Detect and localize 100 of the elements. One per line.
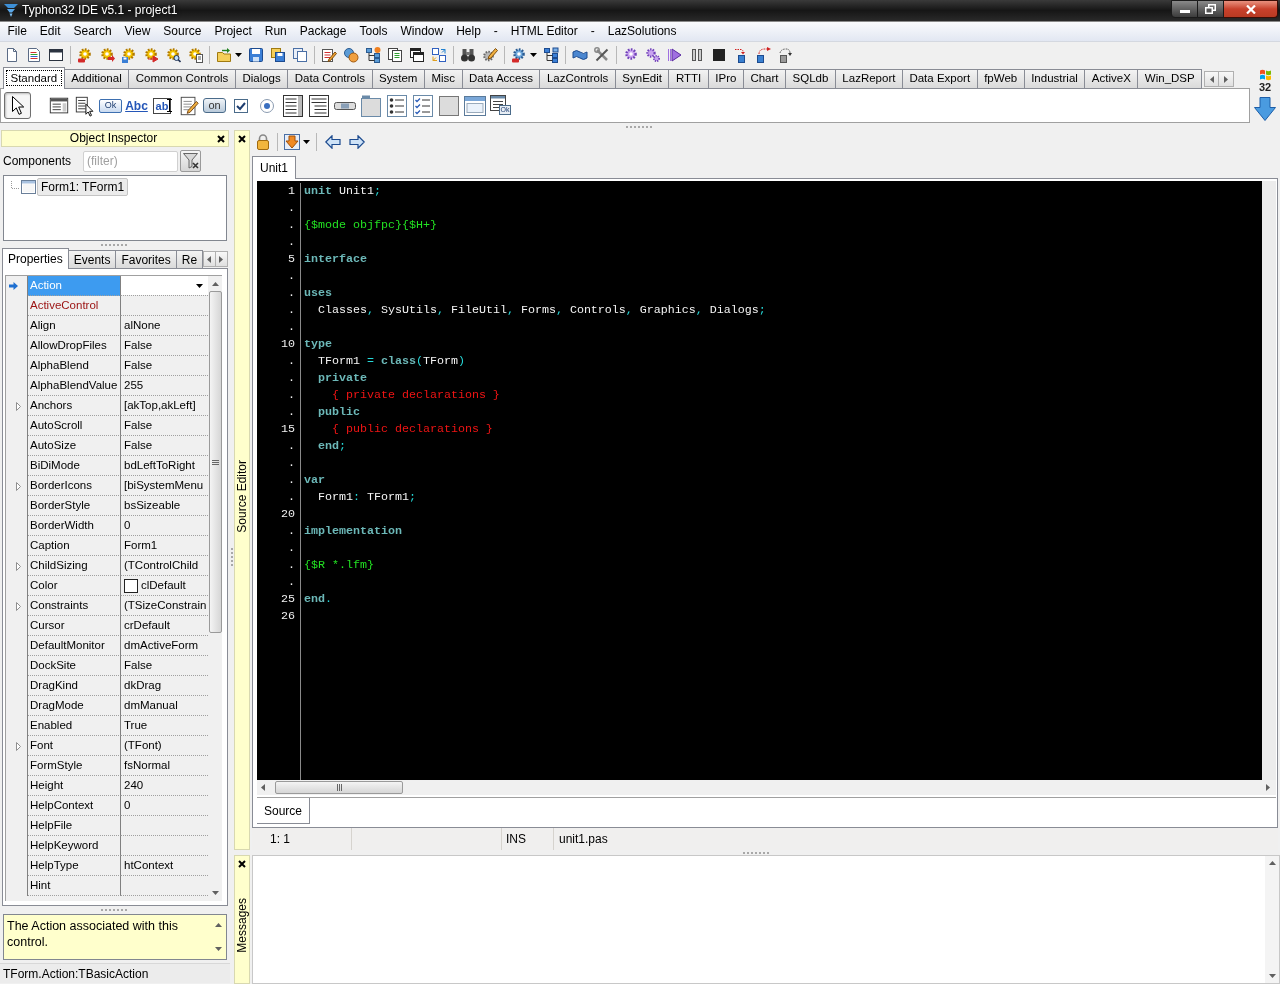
hierarchy-icon[interactable] — [365, 46, 381, 63]
expand-icon[interactable] — [16, 601, 21, 611]
property-name[interactable]: AllowDropFiles — [28, 336, 121, 356]
gear-search-icon[interactable] — [165, 46, 181, 63]
palette-button[interactable] — [384, 92, 409, 119]
property-name[interactable]: BorderIcons — [28, 476, 121, 496]
tab-scroll-button[interactable] — [203, 251, 216, 267]
expand-icon[interactable] — [16, 561, 21, 571]
view-tab[interactable]: Source — [257, 798, 311, 824]
palette-tab[interactable]: IPro — [708, 69, 744, 89]
property-name[interactable]: Font — [28, 736, 121, 756]
padlock-icon[interactable] — [255, 133, 271, 150]
property-value[interactable]: False — [121, 436, 153, 455]
property-value[interactable]: dmActiveForm — [121, 636, 199, 655]
notepad-pencil-icon[interactable] — [321, 46, 337, 63]
palette-tab[interactable]: SynEdit — [615, 69, 670, 89]
property-name[interactable]: AutoSize — [28, 436, 121, 456]
property-value[interactable]: (TControlChild — [121, 556, 199, 575]
property-name[interactable]: BorderStyle — [28, 496, 121, 516]
swap-icon[interactable] — [431, 46, 447, 63]
left-arrow-icon[interactable] — [325, 134, 341, 149]
caret-icon[interactable] — [196, 283, 203, 288]
property-value[interactable]: False — [121, 416, 153, 435]
horizontal-scrollbar[interactable] — [257, 780, 1276, 795]
vertical-scrollbar[interactable] — [1262, 181, 1276, 780]
property-name[interactable]: DockSite — [28, 656, 121, 676]
gear-icon[interactable] — [121, 46, 137, 63]
close-icon[interactable] — [238, 135, 246, 143]
property-value[interactable]: alNone — [121, 316, 161, 335]
up-arrow-icon[interactable] — [214, 923, 222, 927]
scrollbar-thumb[interactable] — [208, 291, 222, 633]
property-name[interactable]: Anchors — [28, 396, 121, 416]
palette-tab[interactable]: Data Controls — [288, 69, 373, 89]
right-arrow-icon[interactable] — [349, 134, 365, 149]
inspector-tab[interactable]: Re — [176, 250, 204, 269]
tab-scroll-button[interactable] — [1204, 71, 1220, 87]
gear-icon[interactable] — [623, 46, 639, 63]
menu-item[interactable]: Edit — [33, 22, 68, 41]
menu-item[interactable]: Help — [449, 22, 488, 41]
palette-button[interactable] — [280, 92, 305, 119]
inspector-tab[interactable]: Favorites — [116, 250, 177, 269]
caret-icon[interactable] — [235, 52, 242, 57]
palette-tab[interactable]: Industrial — [1024, 69, 1086, 89]
left-arrow-icon[interactable] — [1209, 75, 1214, 83]
gear-icon[interactable] — [511, 46, 527, 63]
gear-icon[interactable] — [143, 46, 159, 63]
property-name[interactable]: HelpType — [28, 856, 121, 876]
right-arrow-icon[interactable] — [1266, 784, 1270, 791]
palette-tab[interactable]: Dialogs — [235, 69, 289, 89]
menu-item[interactable]: Tools — [352, 22, 394, 41]
vertical-scrollbar[interactable] — [208, 275, 222, 901]
property-value[interactable]: 255 — [121, 376, 144, 395]
menu-item[interactable]: - — [584, 22, 602, 41]
menu-item[interactable]: HTML Editor — [504, 22, 585, 41]
menu-item[interactable]: Project — [207, 22, 259, 41]
up-arrow-icon[interactable] — [1268, 861, 1276, 865]
gear-pencil-icon[interactable] — [482, 46, 498, 63]
play-icon[interactable] — [667, 46, 683, 63]
hierarchy-icon[interactable] — [543, 46, 559, 63]
gears-icon[interactable] — [645, 46, 661, 63]
menu-item[interactable]: Source — [156, 22, 208, 41]
palette-tab[interactable]: Win_DSP — [1138, 69, 1203, 89]
step-over-icon[interactable] — [755, 46, 771, 63]
documents-icon[interactable] — [387, 46, 403, 63]
filter-field[interactable]: (filter) — [83, 150, 178, 172]
grip-icon[interactable] — [743, 851, 771, 854]
document-down-arrow-icon[interactable] — [284, 133, 300, 150]
palette-tab[interactable]: LazControls — [540, 69, 616, 89]
property-value[interactable]: clDefault — [138, 576, 186, 595]
property-name[interactable]: AlphaBlendValue — [28, 376, 121, 396]
close-icon[interactable] — [217, 134, 225, 143]
down-arrow-icon[interactable] — [214, 947, 222, 951]
palette-tab[interactable]: ActiveX — [1085, 69, 1139, 89]
up-arrow-icon[interactable] — [211, 282, 219, 286]
property-value[interactable]: bdLeftToRight — [121, 456, 195, 475]
property-name[interactable]: HelpKeyword — [28, 836, 121, 856]
property-value[interactable]: 0 — [121, 516, 131, 535]
expand-icon[interactable] — [16, 741, 21, 751]
expand-icon[interactable] — [16, 481, 21, 491]
property-value[interactable]: htContext — [121, 856, 174, 875]
property-name[interactable]: Cursor — [28, 616, 121, 636]
restore-button[interactable] — [1198, 0, 1224, 18]
close-button[interactable] — [1224, 0, 1278, 18]
down-arrow-icon[interactable] — [1268, 974, 1276, 978]
property-name[interactable]: ActiveControl — [28, 296, 121, 316]
down-arrow-icon[interactable] — [1254, 97, 1276, 121]
property-name[interactable]: BorderWidth — [28, 516, 121, 536]
expand-icon[interactable] — [16, 401, 21, 411]
property-value[interactable]: fsNormal — [121, 756, 170, 775]
palette-button[interactable] — [306, 92, 331, 119]
property-value[interactable]: crDefault — [121, 616, 171, 635]
palette-tab[interactable]: Misc — [424, 69, 463, 89]
circles-icon[interactable] — [343, 46, 359, 63]
property-name[interactable]: Caption — [28, 536, 121, 556]
palette-tab[interactable]: System — [372, 69, 425, 89]
property-value[interactable]: False — [121, 656, 153, 675]
property-name[interactable]: ChildSizing — [28, 556, 121, 576]
caret-icon[interactable] — [303, 139, 310, 144]
right-arrow-icon[interactable] — [1224, 75, 1229, 83]
tab-scroll-button[interactable] — [1219, 71, 1235, 87]
